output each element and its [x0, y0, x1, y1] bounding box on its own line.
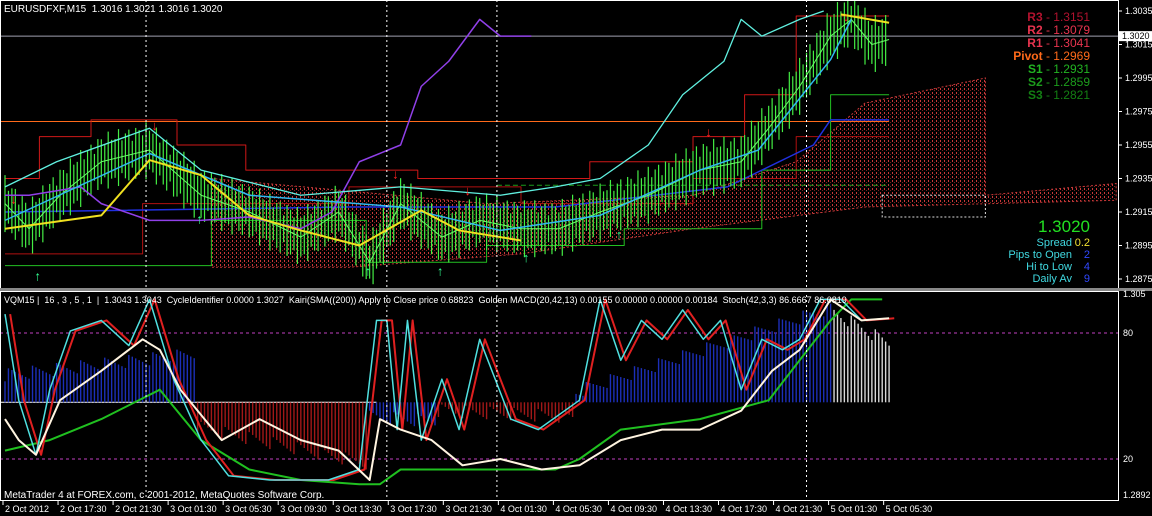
time-axis-label: 3 Oct 09:30 [280, 504, 327, 514]
time-axis-label: 5 Oct 05:30 [886, 504, 933, 514]
time-axis-label: 3 Oct 05:30 [225, 504, 272, 514]
daily-average-label: Daily Av [1032, 273, 1072, 285]
tenkan-line [4, 10, 824, 196]
spread-value: 0.2 [1074, 237, 1090, 249]
sell-arrow-icon: ↓ [392, 166, 399, 181]
price-axis-label: 1.2875 [1125, 274, 1152, 284]
pivot-separator: - [1042, 49, 1054, 63]
oscillator-axis-label: 80 [1123, 328, 1133, 338]
pivot-separator: - [1042, 36, 1054, 50]
pivot-separator: - [1042, 75, 1054, 89]
time-axis-label: 4 Oct 05:30 [555, 504, 602, 514]
current-price: 1.3020 [1038, 217, 1090, 236]
pivot-label: S1 [1027, 62, 1043, 76]
price-axis-label: 1.2955 [1125, 140, 1152, 150]
pivot-s3: S3 - 1.2821 [1028, 88, 1090, 102]
pivot-r2: R2 - 1.3079 [1027, 23, 1090, 37]
time-axis-label: 4 Oct 13:30 [665, 504, 712, 514]
price-axis-label: 1.2895 [1125, 241, 1152, 251]
sell-arrow-icon: ↓ [10, 192, 17, 207]
pivot-label: S3 [1027, 88, 1043, 102]
price-axis-label: 1.2935 [1125, 174, 1152, 184]
time-axis-label: 3 Oct 21:30 [445, 504, 492, 514]
pivot-separator: - [1042, 88, 1054, 102]
pivot-value: 1.2859 [1053, 75, 1090, 89]
time-axis-label: 4 Oct 01:30 [500, 504, 547, 514]
price-axis-label: 1.3035 [1125, 6, 1152, 16]
pivot-value: 1.2969 [1053, 49, 1090, 63]
price-chart[interactable]: ↓↓↓↓↓↓↑↑↑ ↑↑↑ 1.30351.30151.29951.29751.2… [0, 0, 1152, 516]
hi-to-low-value: 4 [1083, 261, 1090, 273]
buy-arrow-icon: ↑ [196, 212, 203, 227]
buy-arrow-icon: ↑ [523, 250, 530, 265]
pips-to-open-value: 2 [1083, 249, 1090, 261]
axes: 1.30351.30151.29951.29751.29551.29351.29… [0, 0, 1152, 514]
time-axis-label: 2 Oct 17:30 [60, 504, 107, 514]
pivot-label: S2 [1027, 75, 1043, 89]
buy-arrow-icon: ↑ [616, 227, 623, 242]
time-axis-label: 4 Oct 21:30 [776, 504, 823, 514]
main-price-panel: ↓ ↓ ↓ ↓ ↓ ↓ ↑ ↑ ↑ ↑ ↑ ↑ [0, 0, 1118, 285]
symbol-header: EURUSDFXF,M15 1.3016 1.3021 1.3016 1.302… [4, 4, 223, 15]
pivot-label: R2 [1027, 23, 1043, 37]
time-axis-label: 2 Oct 21:30 [115, 504, 162, 514]
pivot-value: 1.3151 [1053, 10, 1090, 24]
spread-label: Spread [1036, 237, 1072, 249]
pivot-r3: R3 - 1.3151 [1027, 10, 1090, 24]
pivot-s2: S2 - 1.2859 [1028, 75, 1090, 89]
pivot-s1: S1 - 1.2931 [1028, 62, 1090, 76]
time-axis-label: 4 Oct 09:30 [610, 504, 657, 514]
time-axis-label: 2 Oct 2012 [5, 504, 49, 514]
hi-to-low-label: Hi to Low [1026, 261, 1072, 273]
oscillator-axis-label: 1.305 [1123, 289, 1146, 299]
price-axis-label: 1.2915 [1125, 207, 1152, 217]
oscillator-axis-label: 20 [1123, 454, 1133, 464]
time-axis-label: 3 Oct 01:30 [170, 504, 217, 514]
sell-arrow-icon: ↓ [464, 183, 471, 198]
price-axis-label: 1.2995 [1125, 73, 1152, 83]
buy-arrow-icon: ↑ [365, 264, 372, 279]
time-axis-label: 4 Oct 17:30 [721, 504, 768, 514]
pivot-label: Pivot [1013, 49, 1043, 63]
pivot-separator: - [1042, 23, 1054, 37]
oscillator-axis-label: 1.2892 [1123, 490, 1151, 500]
time-axis-label: 3 Oct 17:30 [390, 504, 437, 514]
time-axis-label: 5 Oct 01:30 [831, 504, 878, 514]
ichimoku-cloud [210, 77, 1117, 268]
price-axis-label: 1.2975 [1125, 107, 1152, 117]
pivot-separator: - [1042, 62, 1054, 76]
pivot-label: R1 [1027, 36, 1043, 50]
indicator-header: VQM15 | 16 , 3 , 5 , 1 | 1.3043 1.3043 C… [4, 295, 847, 305]
pivot-value: 1.3079 [1053, 23, 1090, 37]
pivot-value: 1.2821 [1053, 88, 1090, 102]
sell-arrow-icon: ↓ [843, 9, 850, 24]
pivot-label: R3 [1027, 10, 1043, 24]
pivot-value: 1.3041 [1053, 36, 1090, 50]
pips-to-open-label: Pips to Open [1008, 249, 1072, 261]
sell-arrow-icon: ↓ [705, 125, 712, 140]
pivot-value: 1.2931 [1053, 62, 1090, 76]
pivot-r1: R1 - 1.3041 [1027, 36, 1090, 50]
sell-arrow-icon: ↓ [151, 118, 158, 133]
time-axis-label: 3 Oct 13:30 [335, 504, 382, 514]
upper-plot: ↓ ↓ ↓ ↓ ↓ ↓ ↑ ↑ ↑ ↑ ↑ ↑ [0, 0, 1118, 285]
oscillator-panel [0, 298, 1118, 486]
buy-arrow-icon: ↑ [34, 269, 41, 284]
lower-frame [0, 291, 1119, 501]
buy-arrow-icon: ↑ [437, 264, 444, 279]
pivot-pivot: Pivot - 1.2969 [1013, 49, 1090, 63]
panel-splitter [0, 288, 1152, 291]
lower-plot [0, 298, 1118, 486]
current-price-tag-label: 1.3020 [1122, 31, 1150, 41]
pivot-separator: - [1042, 10, 1054, 24]
copyright-text: MetaTrader 4 at FOREX.com, c 2001-2012, … [4, 490, 325, 501]
daily-average-value: 9 [1083, 273, 1090, 285]
kijun-upper-line [5, 15, 890, 179]
